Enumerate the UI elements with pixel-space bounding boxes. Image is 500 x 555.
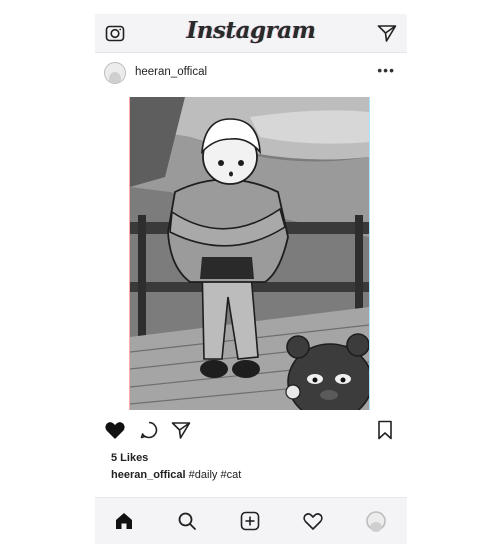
instagram-phone-frame: Instagram heeran_offical ••• 5 Likes hee… xyxy=(95,14,407,544)
comment-icon[interactable] xyxy=(138,419,160,441)
post-photo[interactable] xyxy=(130,97,369,410)
add-post-icon[interactable] xyxy=(239,510,261,532)
post-header: heeran_offical ••• xyxy=(95,62,407,88)
bottom-nav xyxy=(95,498,407,544)
activity-heart-icon[interactable] xyxy=(302,510,324,532)
post-actions xyxy=(95,419,407,443)
caption-username[interactable]: heeran_offical xyxy=(111,469,186,481)
heart-filled-icon[interactable] xyxy=(104,419,126,441)
search-icon[interactable] xyxy=(176,510,198,532)
likes-count[interactable]: 5 Likes xyxy=(111,452,148,464)
instagram-logo: Instagram xyxy=(186,17,316,44)
more-options-icon[interactable]: ••• xyxy=(377,62,395,78)
top-bar: Instagram xyxy=(95,14,407,52)
caption-hashtags[interactable]: #daily #cat xyxy=(189,469,242,481)
send-icon[interactable] xyxy=(376,22,398,44)
profile-avatar-icon[interactable] xyxy=(365,510,387,532)
avatar[interactable] xyxy=(104,62,126,84)
bookmark-icon[interactable] xyxy=(374,419,396,441)
share-icon[interactable] xyxy=(170,419,192,441)
post-username[interactable]: heeran_offical xyxy=(135,66,207,78)
post-caption: heeran_offical #daily #cat xyxy=(111,469,241,481)
home-icon[interactable] xyxy=(113,510,135,532)
